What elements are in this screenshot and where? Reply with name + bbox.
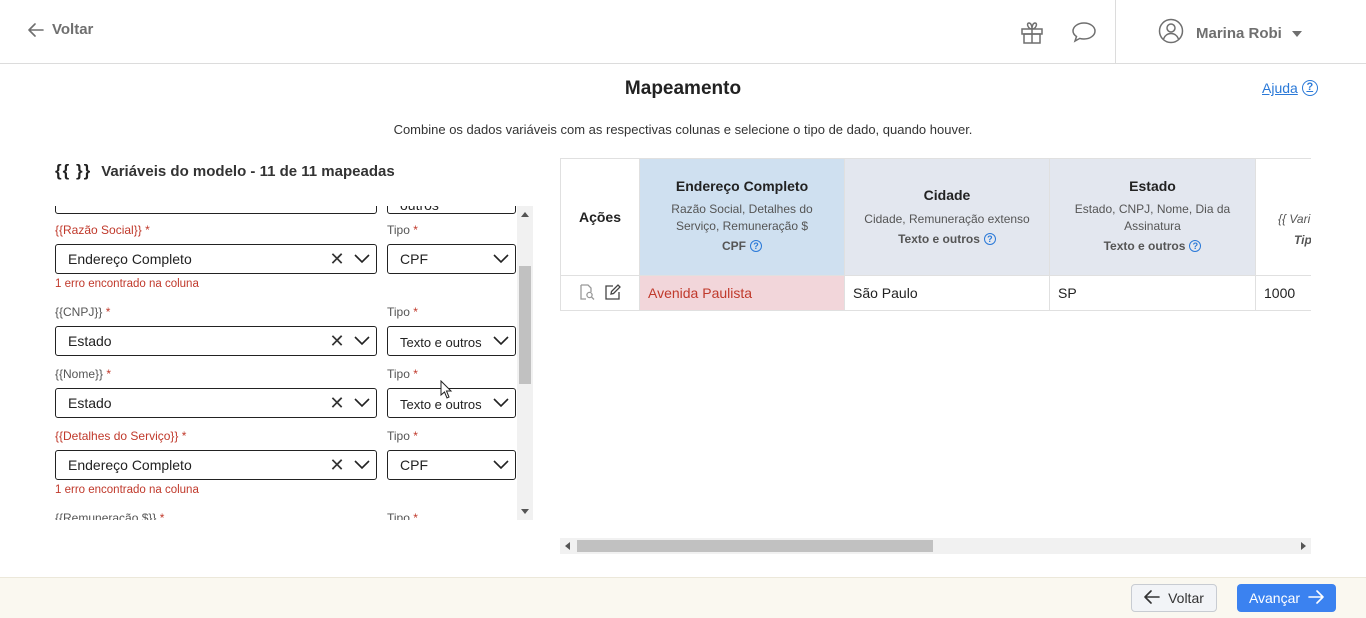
variable-label: {{Razão Social}} * (55, 223, 150, 237)
chat-icon[interactable] (1070, 18, 1098, 46)
arrow-left-icon (1144, 589, 1160, 607)
arrow-right-icon (1308, 589, 1324, 607)
table-cell: 1000 (1256, 275, 1311, 311)
column-select[interactable]: Estado ✕ (55, 388, 377, 418)
braces-icon: {{ }} (55, 161, 92, 180)
chevron-down-icon (487, 244, 515, 274)
type-label: Tipo * (387, 305, 418, 319)
chevron-down-icon (348, 244, 376, 274)
chevron-down-icon (348, 388, 376, 418)
edit-icon[interactable] (604, 283, 622, 304)
chevron-down-icon (487, 388, 515, 418)
back-link[interactable]: Voltar (28, 21, 93, 38)
column-header-partial[interactable]: {{ Vari Tip (1256, 158, 1311, 275)
scroll-right-icon[interactable] (1301, 542, 1306, 550)
actions-header: Ações (560, 158, 640, 275)
horizontal-scrollbar[interactable] (560, 538, 1311, 554)
page-title: Mapeamento (624, 78, 742, 99)
error-message: 1 erro encontrado na coluna (55, 484, 199, 496)
chevron-down-icon (1291, 30, 1302, 37)
vertical-scrollbar[interactable] (517, 206, 533, 520)
clear-icon[interactable]: ✕ (326, 393, 348, 414)
column-header-endereco[interactable]: Endereço Completo Razão Social, Detalhes… (640, 158, 845, 275)
clear-icon[interactable]: ✕ (326, 331, 348, 352)
back-button[interactable]: Voltar (1131, 584, 1217, 612)
type-select[interactable]: CPF (387, 450, 516, 480)
column-select[interactable] (55, 206, 377, 214)
column-header-estado[interactable]: Estado Estado, CNPJ, Nome, Dia da Assina… (1050, 158, 1256, 275)
variable-label: {{Nome}} * (55, 367, 112, 381)
clear-icon[interactable]: ✕ (326, 455, 348, 476)
column-header-cidade[interactable]: Cidade Cidade, Remuneração extenso Texto… (845, 158, 1050, 275)
scroll-up-icon[interactable] (521, 212, 529, 217)
next-button[interactable]: Avançar (1237, 584, 1336, 612)
arrow-left-icon (28, 22, 44, 37)
back-button-label: Voltar (1168, 590, 1204, 606)
variables-list[interactable]: outros {{Razão Social}} * Tipo * Endereç… (40, 206, 534, 520)
chevron-down-icon (487, 450, 515, 480)
top-divider (1115, 0, 1116, 64)
user-name: Marina Robi (1196, 25, 1282, 42)
column-select[interactable]: Estado ✕ (55, 326, 377, 356)
variables-header: {{ }} Variáveis do modelo - 11 de 11 map… (55, 161, 395, 181)
type-select[interactable]: outros (387, 206, 516, 214)
chevron-down-icon (348, 450, 376, 480)
preview-table: Ações Endereço Completo Razão Social, De… (560, 158, 1311, 538)
scrollbar-thumb[interactable] (577, 540, 933, 552)
variables-title: Variáveis do modelo - 11 de 11 mapeadas (101, 162, 395, 180)
type-label: Tipo * (387, 429, 418, 443)
question-icon: ? (1301, 80, 1318, 96)
question-icon[interactable]: ? (983, 233, 996, 245)
type-select[interactable]: CPF (387, 244, 516, 274)
table-cell-error: Avenida Paulista (640, 275, 845, 311)
user-menu[interactable]: Marina Robi (1158, 18, 1302, 49)
user-avatar-icon (1158, 18, 1184, 49)
type-select[interactable]: Texto e outros (387, 326, 516, 356)
type-label: Tipo * (387, 223, 418, 237)
table-cell: São Paulo (845, 275, 1050, 311)
footer: Voltar Avançar (0, 577, 1366, 618)
column-select[interactable]: Endereço Completo ✕ (55, 450, 377, 480)
variable-label: {{Remuneração $}} * (55, 511, 165, 520)
type-label: Tipo * (387, 367, 418, 381)
clear-icon[interactable]: ✕ (326, 249, 348, 270)
scrollbar-thumb[interactable] (519, 266, 531, 384)
variable-label: {{CNPJ}} * (55, 305, 111, 319)
gift-icon[interactable] (1018, 18, 1046, 46)
chevron-down-icon (348, 326, 376, 356)
back-link-label: Voltar (52, 21, 94, 38)
error-message: 1 erro encontrado na coluna (55, 278, 199, 290)
question-icon[interactable]: ? (750, 240, 762, 252)
next-button-label: Avançar (1248, 590, 1301, 606)
preview-icon[interactable] (578, 283, 596, 304)
chevron-down-icon (487, 326, 515, 356)
page-subtitle: Combine os dados variáveis com as respec… (393, 122, 973, 137)
scroll-down-icon[interactable] (521, 509, 529, 514)
help-link-label: Ajuda (1262, 80, 1298, 96)
mouse-cursor-icon (440, 379, 454, 405)
actions-cell (560, 275, 640, 311)
scroll-left-icon[interactable] (565, 542, 570, 550)
help-link[interactable]: Ajuda ? (1262, 80, 1318, 96)
type-label: Tipo * (387, 511, 418, 520)
column-select[interactable]: Endereço Completo ✕ (55, 244, 377, 274)
table-cell: SP (1050, 275, 1256, 311)
question-icon[interactable]: ? (1189, 240, 1202, 252)
variable-label: {{Detalhes do Serviço}} * (55, 429, 187, 443)
top-bar: Voltar Marina Robi (0, 0, 1366, 64)
